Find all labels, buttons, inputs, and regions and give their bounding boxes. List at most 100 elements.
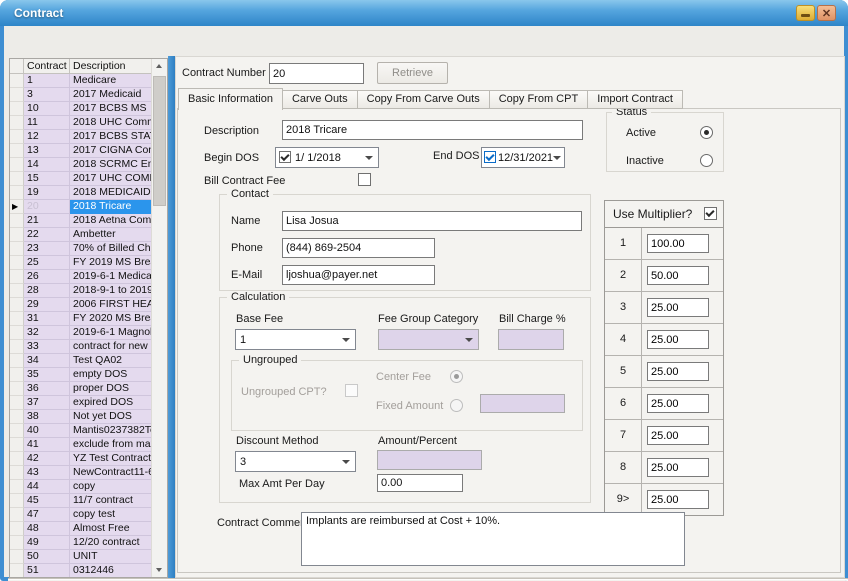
scroll-up-icon[interactable] [152,59,167,74]
grid-cell-contract[interactable]: 26 [24,270,70,284]
row-selector-cell[interactable] [10,242,24,256]
table-row[interactable]: 45 11/7 contract [10,494,167,508]
discount-method-select[interactable]: 3 [235,451,356,472]
multiplier-value-input[interactable] [647,394,709,413]
row-selector-cell[interactable] [10,158,24,172]
end-dos-picker[interactable]: 12/31/2021 [481,147,565,168]
table-row[interactable]: 49 12/20 contract [10,536,167,550]
row-selector-cell[interactable] [10,466,24,480]
row-selector-cell[interactable] [10,396,24,410]
row-selector-cell[interactable] [10,326,24,340]
table-row[interactable]: ▶ 20 2018 Tricare [10,200,167,214]
table-row[interactable]: 34 Test QA02 [10,354,167,368]
table-row[interactable]: 15 2017 UHC COMM [10,172,167,186]
grid-cell-contract[interactable]: 31 [24,312,70,326]
base-fee-select[interactable]: 1 [235,329,356,350]
grid-cell-contract[interactable]: 50 [24,550,70,564]
grid-cell-contract[interactable]: 25 [24,256,70,270]
grid-cell-contract[interactable]: 41 [24,438,70,452]
row-selector-cell[interactable] [10,228,24,242]
table-row[interactable]: 25 FY 2019 MS Breas [10,256,167,270]
table-row[interactable]: 48 Almost Free [10,522,167,536]
grid-cell-contract[interactable]: 13 [24,144,70,158]
grid-cell-contract[interactable]: 38 [24,410,70,424]
grid-cell-contract[interactable]: 14 [24,158,70,172]
grid-cell-contract[interactable]: 19 [24,186,70,200]
table-row[interactable]: 35 empty DOS [10,368,167,382]
row-selector-cell[interactable] [10,186,24,200]
row-selector-cell[interactable] [10,284,24,298]
multiplier-value-input[interactable] [647,426,709,445]
row-selector-cell[interactable] [10,298,24,312]
panel-splitter[interactable] [168,56,175,578]
tab-import-contract[interactable]: Import Contract [588,90,683,109]
grid-cell-contract[interactable]: 42 [24,452,70,466]
grid-cell-contract[interactable]: 34 [24,354,70,368]
table-row[interactable]: 47 copy test [10,508,167,522]
row-selector-cell[interactable] [10,270,24,284]
grid-cell-contract[interactable]: 47 [24,508,70,522]
table-row[interactable]: 1 Medicare [10,74,167,88]
scrollbar-thumb[interactable] [153,76,166,206]
multiplier-value-input[interactable] [647,330,709,349]
row-selector-cell[interactable] [10,312,24,326]
multiplier-value-input[interactable] [647,234,709,253]
table-row[interactable]: 28 2018-9-1 to 2019- [10,284,167,298]
multiplier-value-input[interactable] [647,458,709,477]
row-selector-cell[interactable] [10,480,24,494]
table-row[interactable]: 26 2019-6-1 Medicaid [10,270,167,284]
table-row[interactable]: 21 2018 Aetna Comm [10,214,167,228]
grid-cell-contract[interactable]: 33 [24,340,70,354]
table-row[interactable]: 50 UNIT [10,550,167,564]
row-selector-cell[interactable] [10,410,24,424]
table-row[interactable]: 23 70% of Billed Char [10,242,167,256]
row-selector-cell[interactable] [10,424,24,438]
grid-cell-contract[interactable]: 44 [24,480,70,494]
end-dos-checkbox[interactable] [484,151,496,163]
table-row[interactable]: 38 Not yet DOS [10,410,167,424]
table-row[interactable]: 51 0312446 [10,564,167,578]
row-selector-cell[interactable] [10,214,24,228]
grid-cell-contract[interactable]: 15 [24,172,70,186]
description-input[interactable] [282,120,583,140]
table-row[interactable]: 40 Mantis0237382Te [10,424,167,438]
table-row[interactable]: 42 YZ Test Contract [10,452,167,466]
grid-cell-contract[interactable]: 12 [24,130,70,144]
row-selector-cell[interactable] [10,256,24,270]
multiplier-value-input[interactable] [647,298,709,317]
minimize-button[interactable] [796,5,815,21]
multiplier-value-input[interactable] [647,362,709,381]
row-selector-cell[interactable] [10,74,24,88]
grid-cell-contract[interactable]: 22 [24,228,70,242]
row-selector-cell[interactable] [10,382,24,396]
begin-dos-picker[interactable]: 1/ 1/2018 [275,147,379,168]
contact-email-input[interactable] [282,265,435,285]
row-selector-cell[interactable] [10,368,24,382]
max-amt-per-day-input[interactable] [377,474,463,492]
row-selector-cell[interactable] [10,130,24,144]
tab-basic-information[interactable]: Basic Information [178,88,283,110]
row-selector-cell[interactable] [10,522,24,536]
row-selector-cell[interactable] [10,536,24,550]
row-selector-cell[interactable] [10,354,24,368]
table-row[interactable]: 11 2018 UHC Comme [10,116,167,130]
row-selector-cell[interactable] [10,88,24,102]
contract-number-input[interactable] [269,63,364,84]
begin-dos-checkbox[interactable] [279,151,291,163]
tab-carve-outs[interactable]: Carve Outs [283,90,358,109]
grid-cell-contract[interactable]: 37 [24,396,70,410]
grid-cell-contract[interactable]: 51 [24,564,70,578]
grid-cell-contract[interactable]: 35 [24,368,70,382]
tab-copy-from-carve-outs[interactable]: Copy From Carve Outs [358,90,490,109]
multiplier-value-input[interactable] [647,266,709,285]
grid-cell-contract[interactable]: 48 [24,522,70,536]
table-row[interactable]: 37 expired DOS [10,396,167,410]
table-row[interactable]: 10 2017 BCBS MS [10,102,167,116]
table-row[interactable]: 22 Ambetter [10,228,167,242]
row-selector-cell[interactable] [10,172,24,186]
table-row[interactable]: 41 exclude from max [10,438,167,452]
grid-cell-contract[interactable]: 32 [24,326,70,340]
scroll-down-icon[interactable] [152,562,167,577]
table-row[interactable]: 12 2017 BCBS STAT [10,130,167,144]
grid-cell-contract[interactable]: 49 [24,536,70,550]
